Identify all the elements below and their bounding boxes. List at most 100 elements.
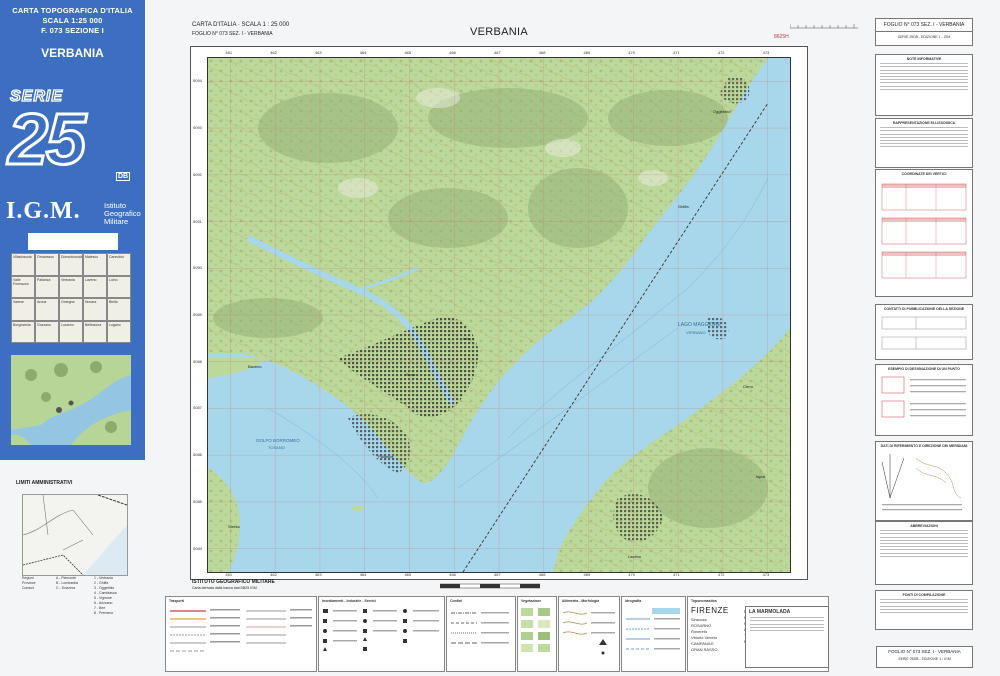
info-publication: CONTATTI DI PUBBLICAZIONE DELLA SEZIONE (875, 304, 973, 360)
publisher-name: ISTITUTO GEOGRAFICO MILITARE (192, 579, 275, 585)
index-sheet-cell: Arona (35, 298, 59, 321)
index-sheet-cell: Biella (107, 298, 131, 321)
place-name: Oggebbio (713, 109, 731, 114)
cover-label-box (28, 233, 118, 250)
index-sheet-cell: Locarno (59, 320, 83, 343)
coordinate-label: 5091 (193, 218, 202, 224)
place-name: Pallanza (378, 454, 394, 459)
coordinate-label: 461 (225, 572, 233, 577)
coordinate-label: 472 (717, 50, 725, 55)
coordinate-label: 462 (270, 572, 277, 577)
index-sheet-cell: Luino (107, 275, 131, 298)
index-sheet-cell: Borgosesia (11, 320, 35, 343)
lake-label-2: VERBANO (686, 330, 706, 335)
sheet-title-box: FOGLIO N° 073 SEZ. I - VERBANIA SERIE 25… (875, 18, 973, 46)
coordinate-label: 5090 (193, 265, 202, 271)
sigla-label: LA MARMOLADA (749, 609, 791, 615)
coordinate-label: 470 (628, 572, 635, 577)
coordinate-label: 471 (673, 572, 680, 577)
map-corner-code: 8625H (774, 34, 789, 40)
sheet-index-grid: Villadossola Ornavasso Domodossola Malesco C… (11, 253, 131, 343)
index-sheet-cell: Malesco (83, 253, 107, 276)
coordinate-label: 5089 (193, 312, 202, 317)
map-header-scale: CARTA D'ITALIA · SCALA 1 : 25 000 (192, 22, 290, 28)
index-sheet-cell: Pallanza (35, 275, 59, 298)
cover-inset-map (11, 355, 131, 445)
legend-hydrography: Idrografia (621, 596, 686, 672)
info-meridians: DATI DI RIFERIMENTO E DIREZIONE DEI MERI… (875, 441, 973, 521)
admin-limits-title: LIMITI AMMINISTRATIVI (16, 480, 73, 486)
coordinate-label: 5092 (193, 171, 202, 177)
info-sources: FONTI DI COMPILAZIONE (875, 590, 973, 630)
index-sheet-cell: Valle Formazza (11, 275, 35, 298)
right-info-column: FOGLIO N° 073 SEZ. I - VERBANIA SERIE 25… (870, 14, 975, 669)
coordinate-label: 5093 (193, 125, 202, 131)
index-sheet-cell: Gozzano (35, 320, 59, 343)
cover-panel: CARTA TOPOGRAFICA D'ITALIA SCALA 1:25 00… (0, 0, 145, 460)
place-name: Stresa (228, 524, 240, 529)
place-name: Intra (463, 336, 472, 341)
coordinate-label: 465 (404, 572, 412, 577)
coordinate-label: 468 (538, 50, 546, 55)
publisher-note: Carta derivata dalla banca dati DB25 IGM (192, 586, 257, 590)
legend-settlements: Insediamenti - Industrie - Servizi (318, 596, 445, 672)
series-suffix: DB (116, 172, 131, 181)
coordinate-label: 462 (270, 50, 277, 55)
series-number: 25 (6, 99, 87, 182)
coordinate-label: 5085 (193, 498, 202, 504)
toponymy-samples-col1: Siracusa ROSARNO Rovereto Vittorio Veneto CA… (691, 617, 718, 652)
info-coordinates: COORDINATE DEI VERTICI (875, 169, 973, 297)
place-name: Cerro (743, 384, 754, 389)
header-ruler (790, 24, 858, 29)
cover-title-line1: CARTA TOPOGRAFICA D'ITALIA (12, 6, 133, 15)
index-sheet-cell: Bellinzona (83, 320, 107, 343)
index-sheet-cell: Domodossola (59, 253, 83, 276)
lake-label: LAGO MAGGIORE (678, 322, 721, 328)
scale-bar: Scala 1 : 25 000 (439, 578, 541, 601)
coordinate-label: 470 (628, 50, 635, 55)
cover-place-name: VERBANIA (41, 46, 104, 60)
coordinate-label: 464 (359, 572, 367, 577)
coordinate-label: 5087 (193, 405, 202, 411)
coordinate-label: 5088 (193, 358, 202, 364)
index-sheet-cell: Laveno (83, 275, 107, 298)
index-sheet-cell: Lugano (107, 320, 131, 343)
toponymy-sample-large: FIRENZE (691, 606, 729, 615)
place-name: Ghiffa (678, 204, 689, 209)
coordinate-label: 464 (359, 50, 367, 55)
map-header-sheet: FOGLIO N° 073 SEZ. I - VERBANIA (192, 31, 273, 37)
coordinate-label: 467 (494, 50, 501, 55)
coordinate-label: 471 (673, 50, 680, 55)
cover-sheet: F. 073 SEZIONE I (41, 26, 104, 35)
place-name: Laveno (628, 554, 642, 559)
coordinate-label: 463 (314, 572, 322, 577)
cover-scale: SCALA 1:25 000 (42, 16, 103, 25)
info-abbreviations: ABBREVIAZIONI (875, 521, 973, 585)
coordinate-label: 467 (494, 572, 501, 577)
topographic-map[interactable]: LAGO MAGGIORE VERBANO GOLFO BORROMEO TOS… (207, 57, 791, 573)
index-sheet-cell: Novara (83, 298, 107, 321)
legend-boundaries: Confini (446, 596, 516, 672)
index-sheet-cell: Verbania (59, 275, 83, 298)
coordinate-label: 5086 (193, 452, 202, 458)
coordinate-label: 473 (762, 572, 770, 577)
legend-transport: Trasporti (165, 596, 317, 672)
coordinate-label: 469 (583, 50, 591, 55)
coordinate-label: 5094 (193, 78, 202, 84)
coordinate-label: 463 (314, 50, 322, 55)
igm-logo: I.G.M. (6, 198, 81, 224)
coordinate-label: 466 (449, 572, 456, 577)
coordinate-label: 469 (583, 572, 591, 577)
bay-label: GOLFO BORROMEO (256, 438, 300, 443)
coordinate-label: 461 (225, 50, 233, 55)
index-sheet-cell: Varese (11, 298, 35, 321)
place-name: Baveno (248, 364, 262, 369)
coordinate-label: 5084 (193, 545, 202, 551)
info-notes: NOTE INFORMATIVE (875, 54, 973, 116)
place-name: Ispra (756, 474, 766, 479)
coordinate-label: 473 (762, 50, 770, 55)
index-sheet-cell: Ornavasso (35, 253, 59, 276)
coordinate-label: 472 (717, 572, 725, 577)
map-frame: LAGO MAGGIORE VERBANO GOLFO BORROMEO TOS… (190, 46, 808, 580)
legend-altimetry: Altimetria - Morfologia (558, 596, 620, 672)
